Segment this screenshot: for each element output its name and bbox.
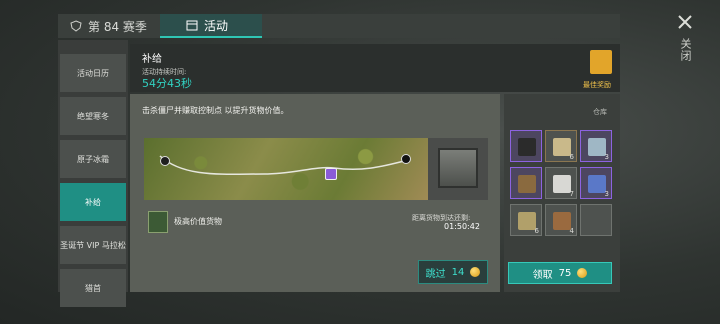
tab-season-label: 第 84 赛季 <box>88 19 147 34</box>
sidebar-item-label: 活动日历 <box>77 68 109 78</box>
coin-icon <box>470 267 481 277</box>
sidebar-item-calendar[interactable]: 活动日历 <box>60 54 126 92</box>
start-marker-icon <box>160 156 170 166</box>
route-map <box>144 138 428 200</box>
sidebar-item-label: 猎首 <box>85 283 101 293</box>
warehouse-label: 仓库 <box>593 108 607 116</box>
slot-count: 7 <box>569 190 574 198</box>
inventory-slot[interactable]: 7 <box>545 167 577 199</box>
inventory-slot[interactable]: 6 <box>510 204 542 236</box>
sidebar-item-vip-marathon[interactable]: 圣诞节 VIP 马拉松 <box>60 226 126 264</box>
activity-header: 补给 活动持续时间: 54分43秒 <box>130 44 620 92</box>
glass-icon <box>588 138 606 156</box>
sidebar-item-supply[interactable]: 补给 <box>60 183 126 221</box>
empty-slot <box>580 204 612 236</box>
sidebar-item-winter[interactable]: 绝望寒冬 <box>60 97 126 135</box>
claim-button[interactable]: 领取 75 <box>508 262 612 284</box>
inventory-slot[interactable] <box>510 167 542 199</box>
skip-button-label: 跳过 <box>425 268 446 280</box>
slot-count: 3 <box>604 190 609 198</box>
sidebar-item-label: 绝望寒冬 <box>77 111 109 121</box>
trophy-marker-icon <box>401 154 411 164</box>
cloth-icon <box>518 212 536 230</box>
close-label: 关闭 <box>679 38 692 62</box>
supply-panel: 击杀僵尸并赚取控制点 以提升货物价值。 极高价值货物 距离货物到达还剩: 01:… <box>130 94 500 292</box>
claim-button-label: 领取 <box>532 269 553 281</box>
slot-count: 4 <box>569 227 574 235</box>
tab-activity[interactable]: 活动 <box>160 14 262 38</box>
slot-count: 3 <box>604 153 609 161</box>
coin-icon <box>577 268 588 278</box>
leather-icon <box>553 212 571 230</box>
route-line <box>159 155 409 176</box>
close-button[interactable]: 关闭 <box>672 14 698 62</box>
cargo-crate-icon <box>438 148 478 188</box>
blue-item-icon <box>588 175 606 193</box>
calendar-icon <box>186 20 198 31</box>
tab-activity-label: 活动 <box>204 18 229 33</box>
close-icon <box>678 15 692 29</box>
inventory-slot[interactable]: 3 <box>580 167 612 199</box>
duration-value: 54分43秒 <box>142 77 192 90</box>
skip-button[interactable]: 跳过 14 <box>418 260 488 284</box>
best-reward-icon[interactable] <box>590 50 612 74</box>
shield-icon <box>70 20 82 32</box>
best-reward-label: 最佳奖励 <box>583 81 611 89</box>
cargo-book-icon <box>148 211 168 233</box>
sidebar-item-label: 补给 <box>85 197 101 207</box>
inventory-slot[interactable]: 3 <box>580 130 612 162</box>
eta-value: 01:50:42 <box>444 222 480 231</box>
claim-cost: 75 <box>558 267 572 279</box>
sidebar-item-label: 圣诞节 VIP 马拉松 <box>60 240 126 250</box>
slot-count: 6 <box>569 153 574 161</box>
sidebar-item-frost[interactable]: 原子冰霜 <box>60 140 126 178</box>
inventory-slot[interactable]: 6 <box>545 130 577 162</box>
description-text: 击杀僵尸并赚取控制点 以提升货物价值。 <box>142 106 289 115</box>
page-title: 补给 <box>142 54 162 65</box>
sidebar-item-label: 原子冰霜 <box>77 154 109 164</box>
skip-cost: 14 <box>451 266 465 278</box>
slot-count: 6 <box>534 227 539 235</box>
rifle-icon <box>518 175 536 193</box>
backpack-icon <box>518 138 536 156</box>
bandage-icon <box>553 138 571 156</box>
paper-icon <box>553 175 571 193</box>
inventory-slot[interactable] <box>510 130 542 162</box>
tab-season[interactable]: 第 84 赛季 <box>70 14 147 38</box>
cargo-marker-icon <box>325 168 337 180</box>
sidebar: 活动日历 绝望寒冬 原子冰霜 补给 圣诞节 VIP 马拉松 猎首 <box>58 40 128 307</box>
top-tabbar: 第 84 赛季 活动 <box>58 14 620 38</box>
inventory-slot[interactable]: 4 <box>545 204 577 236</box>
goods-label: 极高价值货物 <box>174 217 222 226</box>
sidebar-item-headhunt[interactable]: 猎首 <box>60 269 126 307</box>
